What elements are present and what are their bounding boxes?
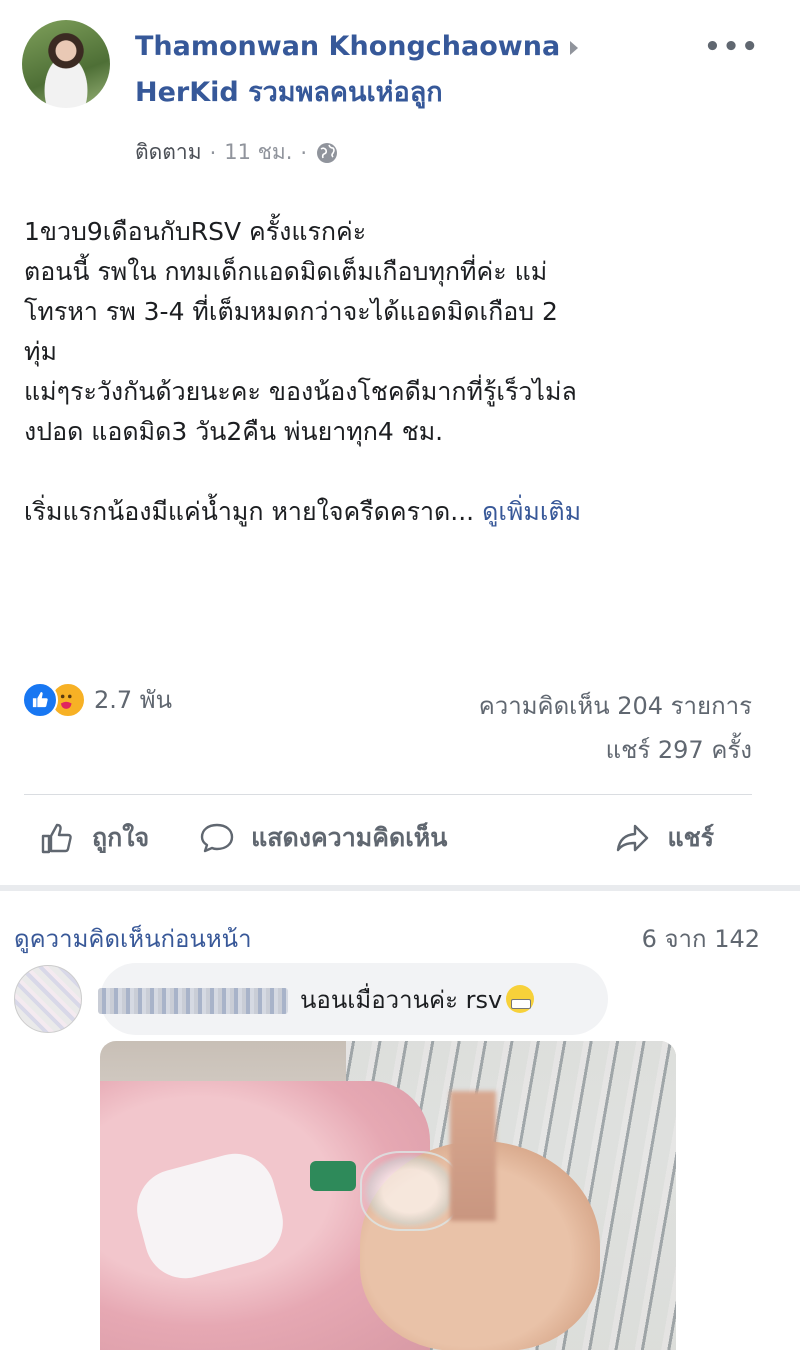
post-body-truncated: เริ่มแรกน้องมีแค่น้ำมูก หายใจครืดคราด... (24, 497, 475, 526)
comment-text: นอนเมื่อวานค่ะ rsv (300, 985, 503, 1014)
post-header: Thamonwan Khongchaowna HerKid รวมพลคนเห่… (135, 28, 635, 112)
photo-blur-patch (450, 1091, 496, 1221)
redacted-commenter-name (98, 988, 288, 1014)
comment-label: แสดงความคิดเห็น (251, 823, 448, 852)
author-avatar[interactable] (22, 20, 110, 108)
comments-section: ดูความคิดเห็นก่อนหน้า 6 จาก 142 นอนเมื่อ… (0, 891, 800, 1350)
photo-mask-valve (310, 1161, 356, 1191)
caret-right-icon (570, 40, 579, 55)
share-arrow-icon (617, 824, 649, 852)
post-body-last-line: เริ่มแรกน้องมีแค่น้ำมูก หายใจครืดคราด...… (24, 492, 764, 532)
reaction-count[interactable]: 2.7 พัน (94, 680, 172, 719)
commenter-avatar[interactable] (14, 965, 82, 1033)
post-body: 1ขวบ9เดือนกับRSV ครั้งแรกค่ะ ตอนนี้ รพใน… (24, 212, 764, 532)
group-name[interactable]: HerKid รวมพลคนเห่อลูก (135, 74, 635, 112)
comment-button[interactable]: แสดงความคิดเห็น (197, 818, 447, 858)
thumbs-up-icon (41, 823, 72, 854)
comments-pager: 6 จาก 142 (641, 925, 760, 953)
like-reaction-icon (22, 681, 58, 718)
view-previous-comments-link[interactable]: ดูความคิดเห็นก่อนหน้า (14, 919, 252, 958)
post-meta: ติดตาม · 11 ชม. · (135, 136, 339, 169)
photo-nebulizer-mask (360, 1151, 460, 1231)
like-button[interactable]: ถูกใจ (38, 818, 149, 858)
post-body-blank (24, 452, 764, 492)
like-label: ถูกใจ (92, 823, 150, 852)
reactions-summary[interactable]: 2.7 พัน (22, 680, 172, 719)
share-label: แชร์ (667, 823, 714, 852)
post-body-line: 1ขวบ9เดือนกับRSV ครั้งแรกค่ะ (24, 217, 367, 246)
shares-count[interactable]: แชร์ 297 ครั้ง (479, 728, 752, 772)
more-options-button[interactable]: ••• (704, 32, 760, 62)
author-name[interactable]: Thamonwan Khongchaowna (135, 31, 560, 62)
comments-count[interactable]: ความคิดเห็น 204 รายการ (479, 684, 752, 728)
meta-separator: · (209, 140, 217, 165)
post-body-line: ตอนนี้ รพใน กทมเด็กแอดมิดเต็มเกือบทุกที่… (24, 257, 548, 286)
post-card: Thamonwan Khongchaowna HerKid รวมพลคนเห่… (0, 0, 800, 885)
post-timestamp[interactable]: 11 ชม. (224, 136, 292, 169)
post-body-line: แม่ๆระวังกันด้วยนะคะ ของน้องโชคดีมากที่ร… (24, 377, 577, 406)
post-body-line: ทุ่ม (24, 337, 57, 366)
post-actions: ถูกใจ แสดงความคิดเห็น แชร์ (24, 808, 752, 868)
post-body-line: โทรหา รพ 3-4 ที่เต็มหมดกว่าจะได้แอดมิดเก… (24, 297, 558, 326)
see-more-link[interactable]: ดูเพิ่มเติม (482, 497, 581, 526)
post-body-line: งปอด แอดมิด3 วัน2คืน พ่นยาทุก4 ชม. (24, 417, 444, 446)
share-button[interactable]: แชร์ (613, 818, 714, 858)
comment-bubble-icon (200, 823, 234, 853)
globe-icon[interactable] (315, 141, 339, 165)
comment-photo[interactable] (100, 1041, 676, 1350)
grinning-mask-emoji-icon (506, 985, 535, 1013)
actions-divider (24, 794, 752, 795)
meta-separator: · (300, 140, 308, 165)
follow-link[interactable]: ติดตาม (135, 136, 202, 169)
post-stats: ความคิดเห็น 204 รายการ แชร์ 297 ครั้ง (479, 684, 752, 772)
